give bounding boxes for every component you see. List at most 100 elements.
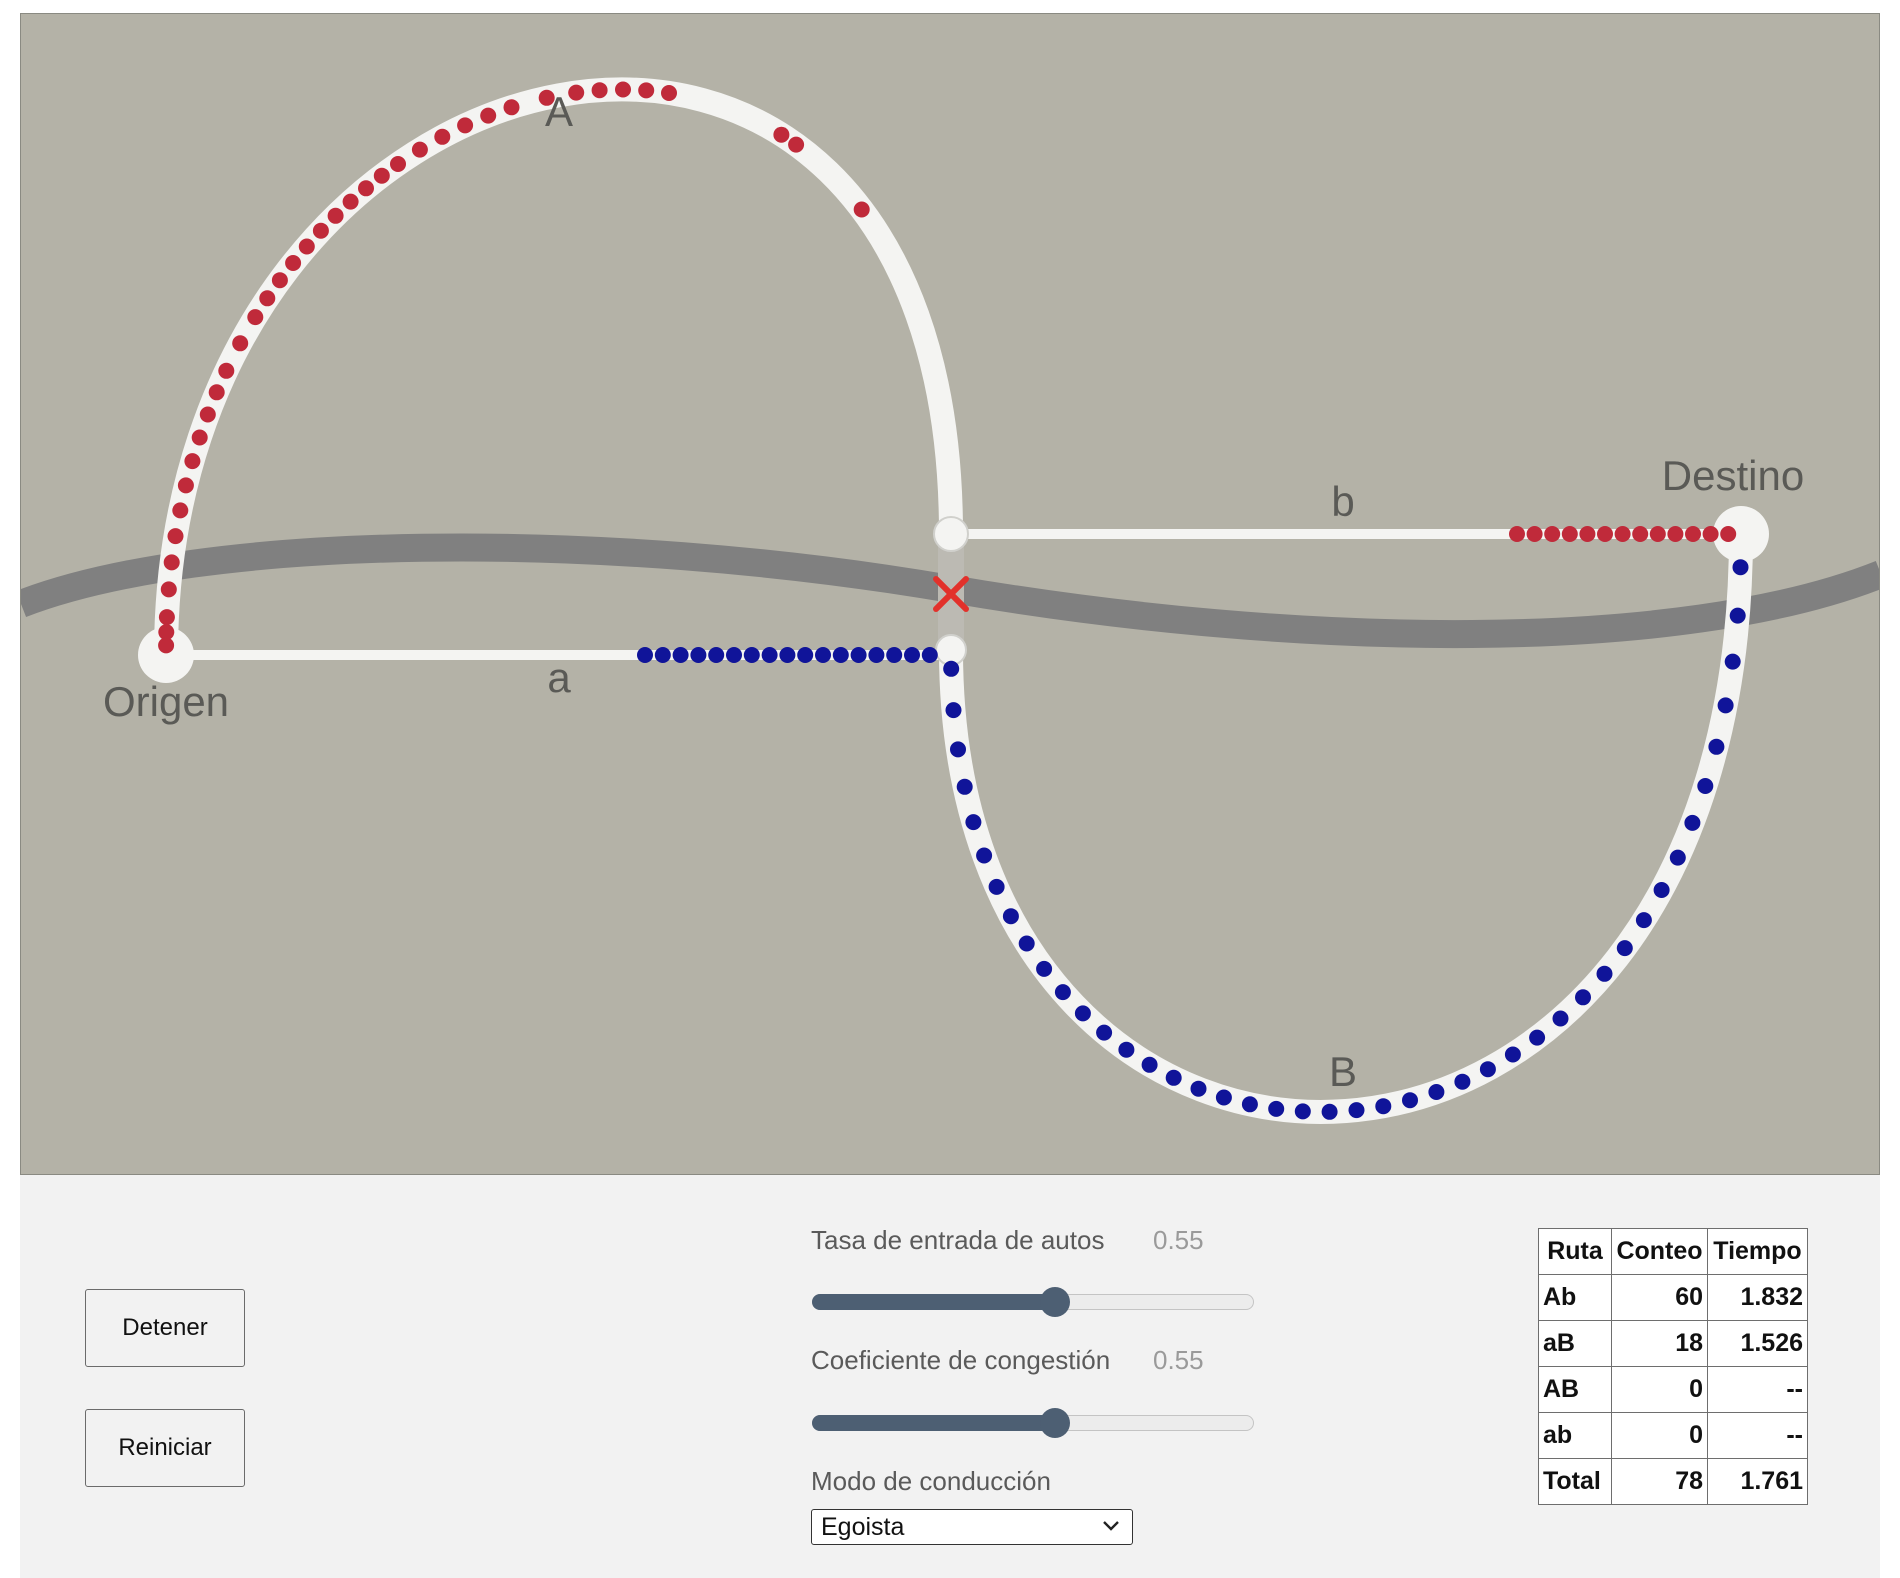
table-row: Ab 60 1.832 <box>1538 1274 1808 1321</box>
time-cell: 1.761 <box>1707 1458 1808 1505</box>
car <box>1732 559 1749 576</box>
car <box>761 647 778 663</box>
car <box>886 647 903 663</box>
car <box>743 647 760 663</box>
car <box>1653 882 1670 898</box>
reset-button[interactable]: Reiniciar <box>85 1409 245 1487</box>
stop-button[interactable]: Detener <box>85 1289 245 1367</box>
car <box>788 136 805 153</box>
car <box>247 309 264 326</box>
origin-label: Origen <box>103 678 229 725</box>
car <box>638 82 655 99</box>
car <box>1614 526 1631 542</box>
car <box>1190 1080 1207 1097</box>
simulation-canvas: Origen Destino A B a b <box>20 13 1880 1175</box>
car <box>1697 778 1714 794</box>
car <box>232 335 249 352</box>
car <box>480 107 497 124</box>
car <box>1118 1041 1135 1058</box>
car <box>1402 1092 1418 1109</box>
car <box>1321 1103 1338 1120</box>
car-rate-label: Tasa de entrada de autos <box>811 1225 1105 1255</box>
car <box>1616 940 1633 957</box>
col-header-time: Tiempo <box>1707 1228 1808 1275</box>
slider-thumb[interactable] <box>1040 1287 1071 1317</box>
car <box>298 238 315 255</box>
car <box>921 647 938 663</box>
car <box>218 362 235 379</box>
car <box>1632 526 1649 542</box>
car <box>327 207 344 224</box>
car <box>1529 1029 1546 1046</box>
slider-thumb[interactable] <box>1040 1408 1071 1438</box>
car <box>661 85 677 101</box>
car <box>815 647 831 663</box>
car <box>708 647 725 663</box>
car <box>773 126 790 143</box>
car <box>342 193 359 210</box>
junction-top-node <box>933 516 969 552</box>
car <box>1504 1046 1521 1063</box>
car <box>1708 738 1725 755</box>
car <box>868 647 885 663</box>
car <box>1544 526 1561 542</box>
car <box>184 453 201 470</box>
car <box>1294 1103 1311 1120</box>
car <box>434 128 451 145</box>
car <box>1684 814 1701 831</box>
route-B-label: B <box>1329 1048 1357 1095</box>
car <box>1717 697 1734 714</box>
count-cell: 60 <box>1611 1274 1708 1321</box>
car <box>1096 1024 1113 1041</box>
congestion-slider[interactable] <box>812 1408 1254 1438</box>
car <box>1479 1061 1496 1078</box>
count-cell: 18 <box>1611 1320 1708 1367</box>
route-cell: Ab <box>1538 1274 1612 1321</box>
car <box>1141 1056 1158 1073</box>
car <box>637 647 653 663</box>
count-cell: 0 <box>1611 1412 1708 1459</box>
car <box>1575 989 1591 1006</box>
chevron-down-icon <box>1103 1521 1119 1531</box>
count-cell: 78 <box>1611 1458 1708 1505</box>
car <box>976 847 993 864</box>
driving-mode-select[interactable]: Egoista <box>811 1509 1133 1545</box>
car <box>199 406 216 423</box>
car <box>1348 1102 1365 1119</box>
car <box>177 477 194 494</box>
car <box>167 528 184 545</box>
car <box>950 741 966 758</box>
slider-fill <box>812 1415 1056 1431</box>
car <box>965 814 982 831</box>
car <box>160 581 177 598</box>
route-stats-table: Ruta Conteo Tiempo Ab 60 1.832 aB 18 1.5… <box>1538 1228 1808 1505</box>
time-cell: 1.832 <box>1707 1274 1808 1321</box>
car-rate-value: 0.55 <box>1153 1225 1204 1255</box>
car-rate-slider[interactable] <box>812 1287 1254 1317</box>
car <box>988 878 1005 895</box>
car <box>690 647 707 663</box>
route-cell: aB <box>1538 1320 1612 1367</box>
car <box>411 141 428 158</box>
car <box>1729 607 1746 624</box>
car <box>158 624 175 641</box>
driving-mode-selected: Egoista <box>821 1512 905 1541</box>
car <box>457 117 474 134</box>
time-cell: 1.526 <box>1707 1320 1808 1367</box>
route-A-label: A <box>545 88 573 135</box>
car <box>1018 935 1035 952</box>
car <box>1241 1096 1258 1113</box>
car <box>312 222 329 239</box>
car <box>1667 526 1684 542</box>
car <box>1596 965 1613 982</box>
car <box>1074 1005 1091 1022</box>
car <box>1685 526 1701 542</box>
car <box>1579 526 1596 542</box>
car <box>191 429 208 446</box>
slider-fill <box>812 1294 1056 1310</box>
car <box>1724 653 1741 670</box>
route-cell: Total <box>1538 1458 1612 1505</box>
count-cell: 0 <box>1611 1366 1708 1413</box>
car <box>672 647 689 663</box>
car <box>1702 526 1719 542</box>
